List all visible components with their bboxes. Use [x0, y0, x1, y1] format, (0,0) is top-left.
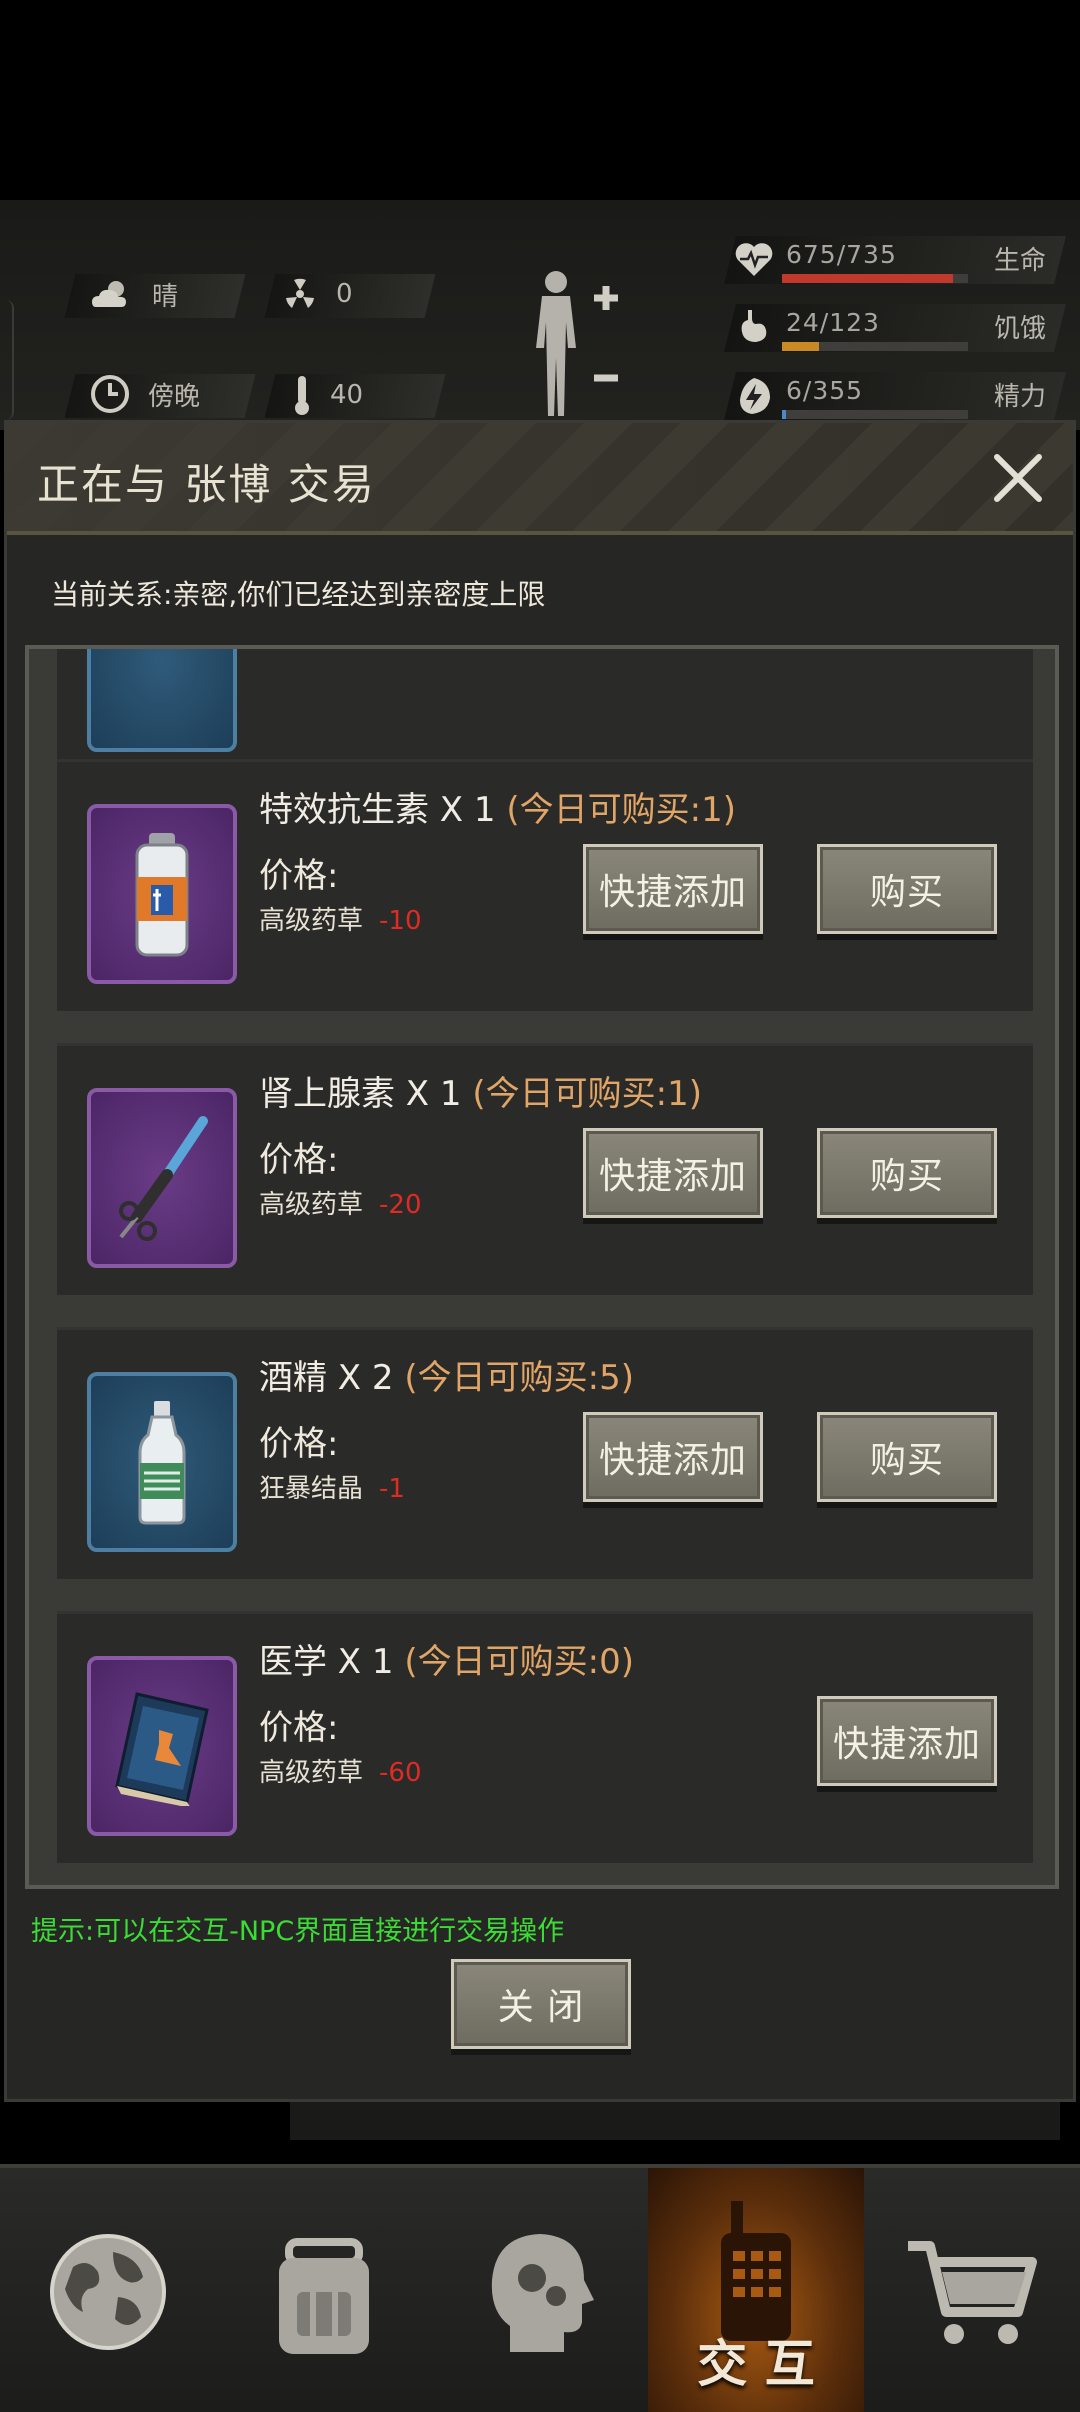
status-hud: 晴 0 傍晚 40 675/735 生命 24/123 饥饿 6/355 精力	[0, 200, 1080, 430]
buy-button[interactable]: 购买	[817, 1412, 997, 1502]
energy-icon	[740, 378, 770, 414]
sub-tab-strip	[290, 2100, 1060, 2140]
dialog-header: 正在与 张博 交易	[7, 423, 1073, 535]
price-value: 狂暴结晶 -1	[259, 1474, 405, 1504]
nav-inventory[interactable]	[216, 2168, 432, 2412]
weather-status: 晴	[90, 276, 178, 313]
item-thumbnail	[87, 804, 237, 984]
item-thumbnail	[87, 1088, 237, 1268]
body-figure-icon[interactable]	[520, 268, 630, 418]
hunger-stat: 24/123 饥饿	[724, 304, 1066, 352]
item-thumbnail	[87, 649, 237, 752]
price-amount: -1	[379, 1474, 405, 1504]
heart-pulse-icon	[735, 243, 773, 276]
price-amount: -60	[379, 1758, 422, 1788]
trade-dialog: 正在与 张博 交易 当前关系:亲密,你们已经达到亲密度上限 特效抗生素 X 1 …	[4, 420, 1076, 2102]
energy-label: 精力	[993, 382, 1046, 412]
stomach-icon	[741, 310, 767, 342]
head-gears-icon	[491, 2234, 594, 2352]
medical-book-icon	[115, 1692, 209, 1806]
quick-add-button[interactable]: 快捷添加	[817, 1696, 997, 1786]
dialog-title: 正在与 张博 交易	[37, 460, 376, 509]
buy-button[interactable]: 购买	[817, 844, 997, 934]
price-amount: -20	[379, 1190, 422, 1220]
item-name: 酒精 X 2 (今日可购买:5)	[259, 1358, 634, 1398]
bottom-nav: 交 互	[0, 2164, 1080, 2412]
nav-world[interactable]	[0, 2168, 216, 2412]
thermometer-icon	[295, 376, 309, 415]
health-value: 675/735	[786, 240, 897, 269]
item-name: 特效抗生素 X 1 (今日可购买:1)	[259, 790, 736, 830]
antibiotic-spray-icon	[135, 833, 189, 957]
nav-interact-label: 交 互	[697, 2335, 815, 2393]
close-button[interactable]: 关 闭	[451, 1959, 631, 2049]
side-drawer-handle[interactable]	[0, 300, 14, 420]
radiation-value: 0	[336, 279, 353, 309]
health-bar	[782, 274, 968, 283]
price-amount: -10	[379, 906, 422, 936]
price-value: 高级药草 -10	[259, 906, 422, 936]
alcohol-bottle-icon	[138, 1401, 186, 1525]
temperature-value: 40	[330, 380, 364, 410]
quick-add-button[interactable]: 快捷添加	[583, 1412, 763, 1502]
globe-icon	[50, 2234, 166, 2350]
nav-skills[interactable]	[432, 2168, 648, 2412]
price-value: 高级药草 -20	[259, 1190, 422, 1220]
syringe-icon	[119, 1116, 208, 1241]
shopping-cart-icon	[908, 2241, 1037, 2344]
list-item: 肾上腺素 X 1 (今日可购买:1) 价格: 高级药草 -20 快捷添加 购买	[57, 1043, 1033, 1295]
price-label: 价格:	[259, 1424, 339, 1464]
hunger-value: 24/123	[786, 308, 880, 337]
item-name: 肾上腺素 X 1 (今日可购买:1)	[259, 1074, 702, 1114]
time-status: 傍晚	[90, 374, 200, 414]
backpack-icon	[279, 2238, 369, 2354]
daily-limit: (今日可购买:5)	[404, 1358, 634, 1398]
quick-add-button[interactable]: 快捷添加	[583, 844, 763, 934]
energy-value: 6/355	[786, 376, 864, 405]
health-label: 生命	[993, 246, 1046, 276]
close-icon[interactable]	[989, 449, 1047, 507]
quick-add-button[interactable]: 快捷添加	[583, 1128, 763, 1218]
nav-shop[interactable]	[864, 2168, 1080, 2412]
hunger-bar	[782, 342, 968, 351]
hint-text: 提示:可以在交互-NPC界面直接进行交易操作	[31, 1916, 565, 1947]
item-thumbnail	[87, 1372, 237, 1552]
price-label: 价格:	[259, 1708, 339, 1748]
clock-icon	[91, 375, 129, 413]
hunger-label: 饥饿	[993, 314, 1046, 344]
energy-stat: 6/355 精力	[724, 372, 1066, 420]
list-item: 医学 X 1 (今日可购买:0) 价格: 高级药草 -60 快捷添加	[57, 1611, 1033, 1863]
nav-interact[interactable]: 交 互	[648, 2168, 864, 2412]
weather-label: 晴	[152, 282, 179, 312]
time-label: 傍晚	[148, 381, 201, 412]
health-stat: 675/735 生命	[724, 236, 1066, 284]
price-label: 价格:	[259, 1140, 339, 1180]
trade-item-list[interactable]: 特效抗生素 X 1 (今日可购买:1) 价格: 高级药草 -10 快捷添加 购买 …	[25, 645, 1059, 1889]
daily-limit: (今日可购买:0)	[404, 1642, 634, 1682]
item-thumbnail	[87, 1656, 237, 1836]
buy-button[interactable]: 购买	[817, 1128, 997, 1218]
cloud-sun-icon	[92, 280, 126, 307]
radiation-icon	[286, 278, 314, 308]
energy-bar	[782, 410, 968, 419]
list-item: 特效抗生素 X 1 (今日可购买:1) 价格: 高级药草 -10 快捷添加 购买	[57, 759, 1033, 1011]
price-label: 价格:	[259, 856, 339, 896]
daily-limit: (今日可购买:1)	[506, 790, 736, 830]
temperature-status: 40	[292, 374, 363, 416]
daily-limit: (今日可购买:1)	[472, 1074, 702, 1114]
item-name: 医学 X 1 (今日可购买:0)	[259, 1642, 634, 1682]
radiation-status: 0	[282, 276, 353, 312]
list-item: 酒精 X 2 (今日可购买:5) 价格: 狂暴结晶 -1 快捷添加 购买	[57, 1327, 1033, 1579]
relation-status: 当前关系:亲密,你们已经达到亲密度上限	[51, 578, 546, 611]
price-value: 高级药草 -60	[259, 1758, 422, 1788]
